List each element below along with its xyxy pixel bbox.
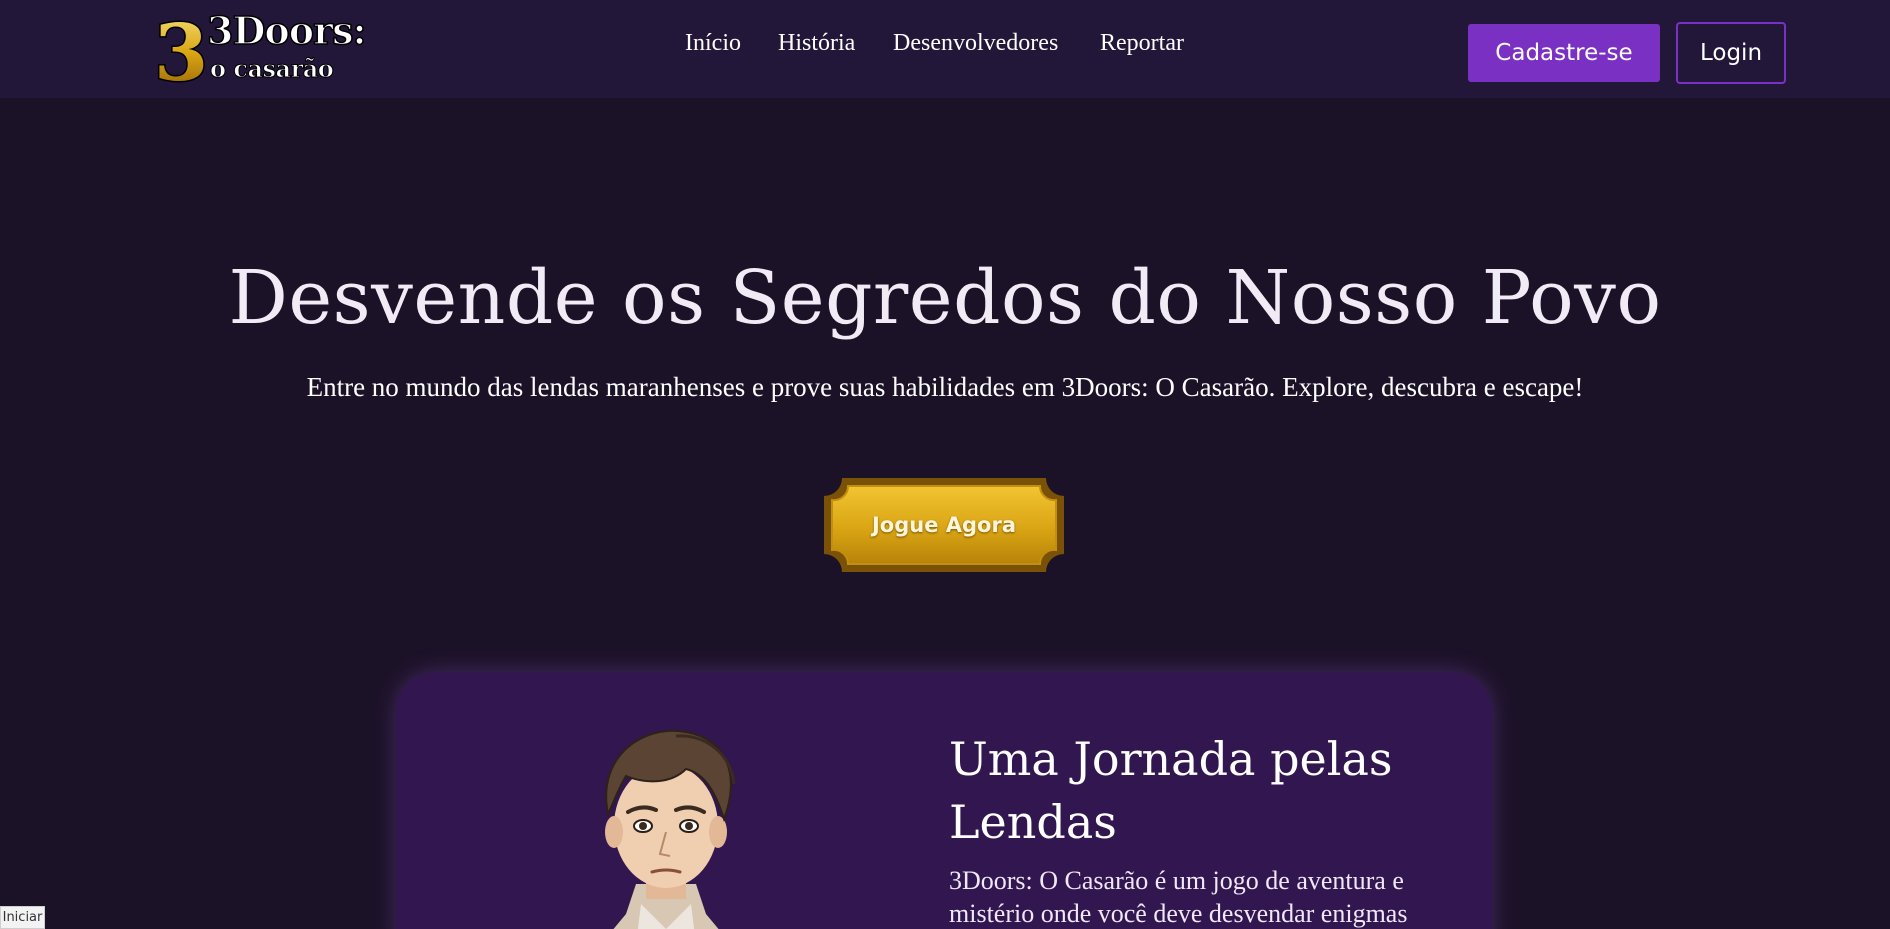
hero-subtitle: Entre no mundo das lendas maranhenses e … [306,372,1584,402]
signup-button[interactable]: Cadastre-se [1468,24,1660,82]
nav-link-reportar[interactable]: Reportar [1100,30,1184,57]
nav-link-historia[interactable]: História [778,30,855,57]
play-now-label: Jogue Agora [871,513,1017,537]
character-portrait-icon [605,729,736,929]
hero-title: Desvende os Segredos do Nosso Povo [228,255,1662,341]
status-label: Iniciar [0,906,45,929]
feature-text: 3Doors: O Casarão é um jogo de aventura … [949,866,1408,928]
nav-link-inicio[interactable]: Início [685,30,741,57]
feature-title: Uma Jornada pelas Lendas [949,732,1393,849]
play-now-button[interactable]: Jogue Agora [824,478,1064,572]
feature-card: Uma Jornada pelas Lendas 3Doors: O Casar… [396,672,1492,929]
login-button[interactable]: Login [1676,22,1786,84]
site-header: 3 3Doors: O Casarão Início História Dese… [0,0,1890,101]
nav-link-desenvolvedores[interactable]: Desenvolvedores [893,30,1058,57]
